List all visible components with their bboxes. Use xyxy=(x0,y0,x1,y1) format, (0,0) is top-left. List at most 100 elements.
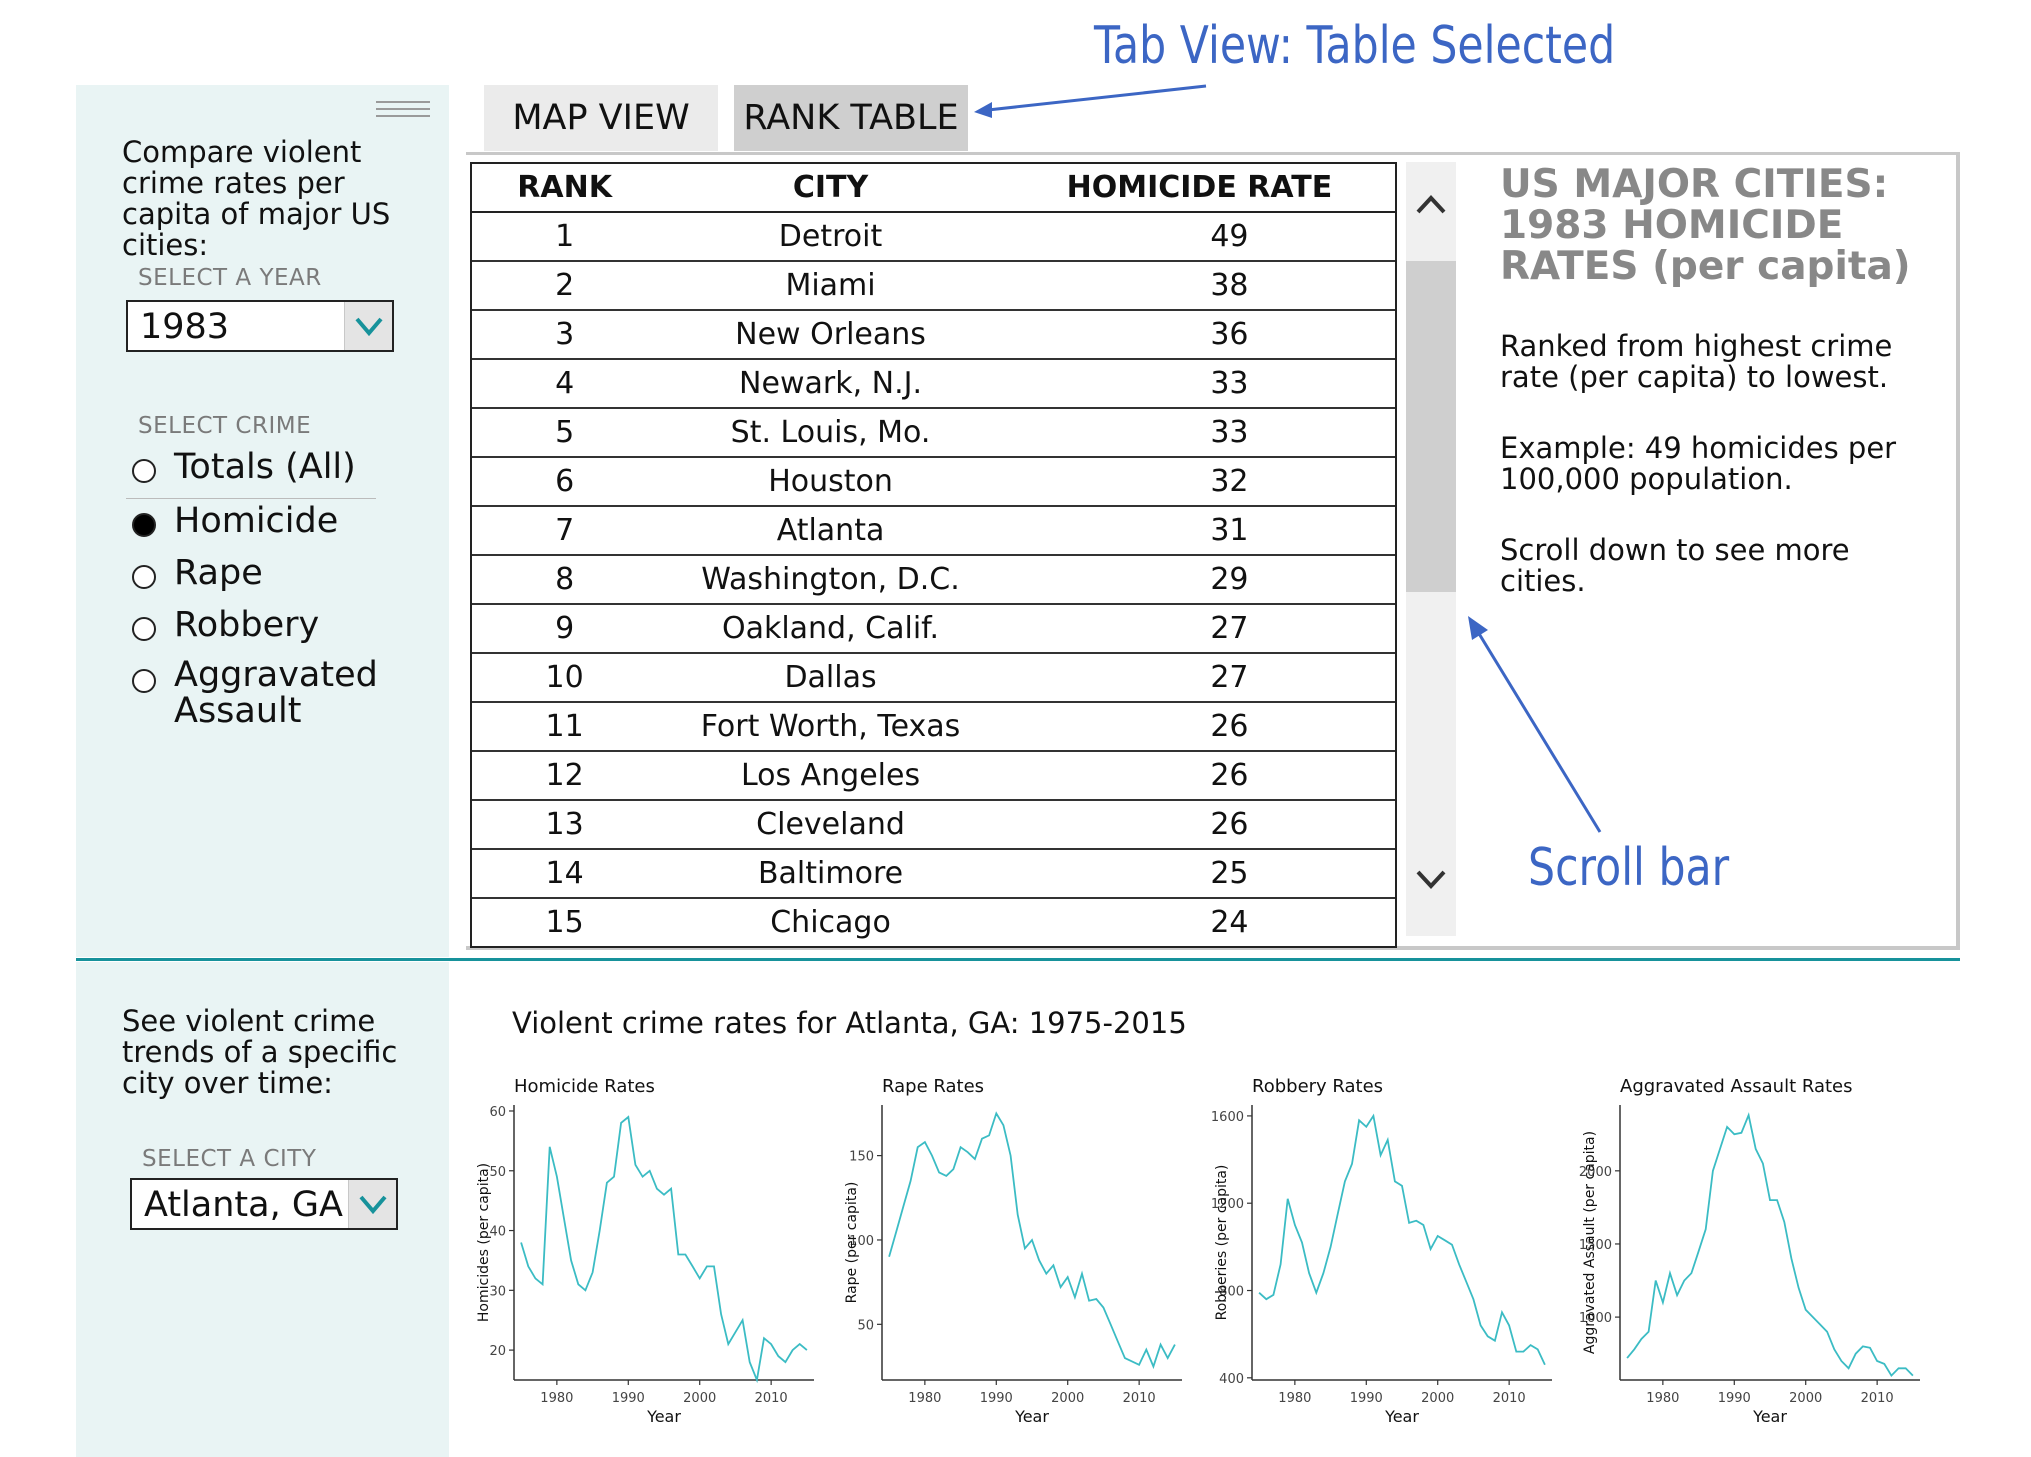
rate-cell: 36 xyxy=(1003,310,1395,360)
city-select[interactable]: Atlanta, GA xyxy=(130,1178,398,1230)
radio-circle-icon[interactable] xyxy=(132,669,156,693)
trend-title: Violent crime rates for Atlanta, GA: 197… xyxy=(512,1006,1187,1040)
x-tick-label: 1980 xyxy=(908,1391,941,1406)
info-ranking-note: Ranked from highest crime rate (per capi… xyxy=(1500,329,1893,394)
rank-cell: 5 xyxy=(472,408,658,458)
chevron-down-icon[interactable] xyxy=(1414,862,1448,896)
radio-circle-icon[interactable] xyxy=(132,617,156,641)
column-header-rank[interactable]: RANK xyxy=(472,164,658,213)
tab-view-annotation: Tab View: Table Selected xyxy=(1094,16,1616,76)
chart-title: Robbery Rates xyxy=(1252,1076,1383,1097)
rate-cell: 32 xyxy=(1003,457,1395,507)
column-header-city[interactable]: CITY xyxy=(657,164,1004,213)
tab-rank-table[interactable]: RANK TABLE xyxy=(734,85,968,151)
x-tick-label: 2010 xyxy=(755,1391,788,1406)
chart-title: Rape Rates xyxy=(882,1076,984,1097)
x-tick-label: 2010 xyxy=(1861,1391,1894,1406)
x-axis-label: Year xyxy=(1014,1407,1049,1426)
y-axis-label: Robberies (per capita) xyxy=(1214,1165,1230,1321)
city-cell: Chicago xyxy=(657,898,1004,946)
rate-cell: 49 xyxy=(1003,212,1395,262)
radio-robbery[interactable]: Robbery xyxy=(126,605,376,657)
table-row: 13 Cleveland 26 xyxy=(472,800,1395,850)
table-row: 7 Atlanta 31 xyxy=(472,506,1395,556)
x-tick-label: 2000 xyxy=(1789,1391,1822,1406)
rate-cell: 25 xyxy=(1003,849,1395,899)
x-axis-label: Year xyxy=(1752,1407,1787,1426)
table-row: 5 St. Louis, Mo. 33 xyxy=(472,408,1395,458)
x-tick-label: 1990 xyxy=(612,1391,645,1406)
radio-label: Totals (All) xyxy=(174,447,356,487)
chevron-up-icon[interactable] xyxy=(1414,188,1448,222)
scrollbar-thumb[interactable] xyxy=(1406,261,1456,592)
rate-cell: 29 xyxy=(1003,555,1395,605)
table-row: 1 Detroit 49 xyxy=(472,212,1395,262)
radio-circle-icon[interactable] xyxy=(132,565,156,589)
table-row: 12 Los Angeles 26 xyxy=(472,751,1395,801)
x-tick-label: 1980 xyxy=(540,1391,573,1406)
radio-selected-icon[interactable] xyxy=(132,513,156,537)
rank-cell: 13 xyxy=(472,800,658,850)
tab-map-view[interactable]: MAP VIEW xyxy=(484,85,718,151)
city-cell: Detroit xyxy=(657,212,1004,262)
rank-cell: 11 xyxy=(472,702,658,752)
series-line xyxy=(1626,1112,1914,1378)
city-cell: Los Angeles xyxy=(657,751,1004,801)
x-tick-label: 1990 xyxy=(980,1391,1013,1406)
rate-cell: 26 xyxy=(1003,800,1395,850)
x-axis-label: Year xyxy=(646,1407,681,1426)
radio-homicide[interactable]: Homicide xyxy=(126,501,376,553)
rate-cell: 33 xyxy=(1003,408,1395,458)
city-cell: Washington, D.C. xyxy=(657,555,1004,605)
y-axis-label: Rape (per capita) xyxy=(844,1182,860,1304)
city-cell: Cleveland xyxy=(657,800,1004,850)
y-tick-label: 20 xyxy=(489,1344,506,1359)
sidebar-intro: Compare violent crime rates per capita o… xyxy=(122,135,391,262)
table-scrollbar[interactable] xyxy=(1406,162,1456,936)
radio-rape[interactable]: Rape xyxy=(126,553,376,605)
chart-title: Aggravated Assault Rates xyxy=(1620,1076,1853,1097)
radio-aggravated-assault[interactable]: Aggravated Assault xyxy=(126,657,378,737)
year-select[interactable]: 1983 xyxy=(126,300,394,352)
info-scroll-note: Scroll down to see more cities. xyxy=(1500,533,1850,598)
y-tick-label: 400 xyxy=(1219,1372,1244,1387)
info-title: US MAJOR CITIES: 1983 HOMICIDE RATES (pe… xyxy=(1500,162,1911,289)
rank-cell: 2 xyxy=(472,261,658,311)
table-row: 6 Houston 32 xyxy=(472,457,1395,507)
rate-cell: 26 xyxy=(1003,702,1395,752)
year-label: SELECT A YEAR xyxy=(138,265,322,291)
chevron-down-icon[interactable] xyxy=(348,1180,396,1228)
rank-cell: 1 xyxy=(472,212,658,262)
menu-icon[interactable] xyxy=(376,101,430,121)
table-header-row: RANK CITY HOMICIDE RATE xyxy=(472,164,1395,213)
rate-cell: 24 xyxy=(1003,898,1395,946)
x-tick-label: 2000 xyxy=(1421,1391,1454,1406)
crime-radio-group: Totals (All) Homicide Rape Robbery Aggra… xyxy=(126,447,378,737)
rank-table: RANK CITY HOMICIDE RATE 1 Detroit 49 2 Miami… xyxy=(470,162,1397,948)
series-line xyxy=(520,1115,808,1384)
radio-circle-icon[interactable] xyxy=(132,459,156,483)
crime-label: SELECT CRIME xyxy=(138,413,312,439)
table-row: 9 Oakland, Calif. 27 xyxy=(472,604,1395,654)
rate-cell: 38 xyxy=(1003,261,1395,311)
chevron-down-icon[interactable] xyxy=(344,302,392,350)
trend-intro: See violent crime trends of a specific c… xyxy=(122,1004,398,1100)
series-line xyxy=(888,1111,1176,1370)
city-cell: New Orleans xyxy=(657,310,1004,360)
rate-cell: 31 xyxy=(1003,506,1395,556)
y-axis-label: Homicides (per capita) xyxy=(476,1163,492,1322)
rank-cell: 3 xyxy=(472,310,658,360)
city-cell: Fort Worth, Texas xyxy=(657,702,1004,752)
radio-label: Homicide xyxy=(174,501,339,541)
rank-cell: 7 xyxy=(472,506,658,556)
homicide-rates-chart: Homicide Rates20304050601980 1990 2000 2010… xyxy=(476,1076,814,1426)
tab-annotation-arrow xyxy=(974,84,1207,118)
aggravated-assault-rates-chart: Aggravated Assault Rates1000150020001980… xyxy=(1579,1076,1920,1426)
table-row: 2 Miami 38 xyxy=(472,261,1395,311)
x-tick-label: 1990 xyxy=(1718,1391,1751,1406)
x-tick-label: 2010 xyxy=(1123,1391,1156,1406)
table-row: 11 Fort Worth, Texas 26 xyxy=(472,702,1395,752)
radio-totals[interactable]: Totals (All) xyxy=(126,447,376,499)
table-row: 10 Dallas 27 xyxy=(472,653,1395,703)
column-header-rate[interactable]: HOMICIDE RATE xyxy=(1003,164,1395,213)
